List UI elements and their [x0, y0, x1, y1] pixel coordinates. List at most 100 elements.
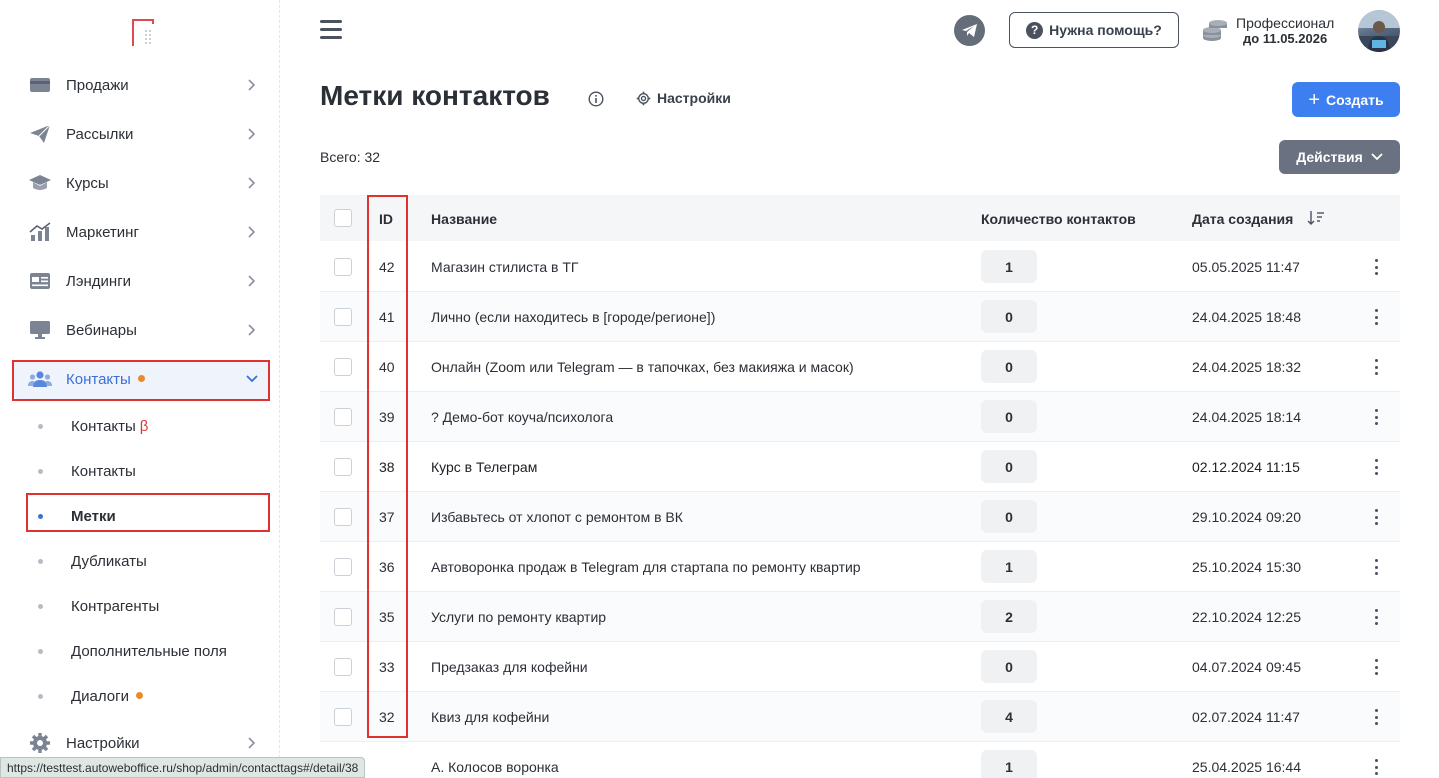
cell-name[interactable]: Магазин стилиста в ТГ [431, 259, 579, 275]
submenu-item-dialogs[interactable]: Диалоги [36, 682, 266, 710]
table-row[interactable]: 37 Избавьтесь от хлопот с ремонтом в ВК 0 2… [320, 492, 1400, 542]
sidebar-item-settings[interactable]: Настройки [28, 726, 260, 760]
contact-count-badge[interactable]: 0 [981, 500, 1037, 533]
row-menu-icon[interactable] [1370, 509, 1382, 525]
submenu-item-contacts[interactable]: Контакты [36, 457, 266, 485]
row-menu-icon[interactable] [1370, 759, 1382, 775]
row-menu-icon[interactable] [1370, 459, 1382, 475]
sidebar-item-landings[interactable]: Лэндинги [28, 264, 260, 298]
chevron-right-icon [244, 224, 260, 240]
row-checkbox[interactable] [334, 408, 352, 426]
row-menu-icon[interactable] [1370, 609, 1382, 625]
bullet-dot [38, 693, 43, 699]
table-row[interactable]: 38 Курс в Телеграм 0 02.12.2024 11:15 [320, 442, 1400, 492]
cell-name[interactable]: Курс в Телеграм [431, 459, 537, 475]
avatar[interactable] [1358, 10, 1400, 52]
cell-name[interactable]: Онлайн (Zoom или Telegram — в тапочках, … [431, 359, 854, 375]
cell-name[interactable]: Квиз для кофейни [431, 709, 549, 725]
cell-name[interactable]: Предзаказ для кофейни [431, 659, 588, 675]
contact-count-badge[interactable]: 0 [981, 450, 1037, 483]
cell-date: 05.05.2025 11:47 [1192, 259, 1300, 275]
submenu-item-custom-fields[interactable]: Дополнительные поля [36, 637, 266, 665]
row-checkbox[interactable] [334, 258, 352, 276]
cell-date: 24.04.2025 18:14 [1192, 409, 1301, 425]
settings-link[interactable]: Настройки [636, 90, 731, 106]
contact-count-badge[interactable]: 0 [981, 400, 1037, 433]
contact-count-badge[interactable]: 1 [981, 250, 1037, 283]
table-row[interactable]: 33 Предзаказ для кофейни 0 04.07.2024 09:45 [320, 642, 1400, 692]
cell-name[interactable]: Лично (если находитесь в [городе/регионе… [431, 309, 715, 325]
column-header-count[interactable]: Количество контактов [981, 211, 1136, 227]
actions-dropdown[interactable]: Действия [1279, 140, 1400, 174]
bullet-dot [38, 648, 43, 654]
column-header-name[interactable]: Название [431, 211, 497, 227]
row-menu-icon[interactable] [1370, 709, 1382, 725]
table-row[interactable]: 32 Квиз для кофейни 4 02.07.2024 11:47 [320, 692, 1400, 742]
telegram-button[interactable] [954, 15, 985, 46]
cell-name[interactable]: Автоворонка продаж в Telegram для старта… [431, 559, 861, 575]
row-checkbox[interactable] [334, 608, 352, 626]
contact-count-badge[interactable]: 2 [981, 600, 1037, 633]
table-row[interactable]: 41 Лично (если находитесь в [городе/регио… [320, 292, 1400, 342]
chevron-right-icon [244, 77, 260, 93]
create-button-label: Создать [1326, 91, 1384, 108]
info-icon[interactable] [588, 91, 604, 107]
select-all-checkbox[interactable] [334, 209, 352, 227]
submenu-item-counterparties[interactable]: Контрагенты [36, 592, 266, 620]
submenu-label: Диалоги [71, 687, 129, 705]
cell-date: 02.12.2024 11:15 [1192, 459, 1300, 475]
cell-date: 25.10.2024 15:30 [1192, 559, 1301, 575]
chevron-right-icon [244, 273, 260, 289]
row-menu-icon[interactable] [1370, 359, 1382, 375]
table-row[interactable]: 35 Услуги по ремонту квартир 2 22.10.2024 1… [320, 592, 1400, 642]
coins-icon [1203, 20, 1227, 41]
sidebar-item-webinars[interactable]: Вебинары [28, 313, 260, 347]
submenu-item-duplicates[interactable]: Дубликаты [36, 547, 266, 575]
table-row[interactable]: 39? Демо-бот коуча/психолога 0 24.04.2025 … [320, 392, 1400, 442]
sidebar-item-label: Настройки [66, 734, 140, 752]
column-header-date[interactable]: Дата создания [1192, 211, 1293, 227]
row-checkbox[interactable] [334, 708, 352, 726]
row-checkbox[interactable] [334, 358, 352, 376]
contact-count-badge[interactable]: 1 [981, 750, 1037, 778]
create-button[interactable]: + Создать [1292, 82, 1400, 117]
table-row[interactable]: 36 Автоворонка продаж в Telegram для стар… [320, 542, 1400, 592]
logo[interactable] [131, 18, 155, 48]
contact-count-badge[interactable]: 1 [981, 550, 1037, 583]
menu-toggle-button[interactable] [320, 20, 342, 40]
contact-count-badge[interactable]: 0 [981, 650, 1037, 683]
contact-count-badge[interactable]: 0 [981, 350, 1037, 383]
row-checkbox[interactable] [334, 558, 352, 576]
row-checkbox[interactable] [334, 508, 352, 526]
cell-date: 24.04.2025 18:48 [1192, 309, 1301, 325]
plan-info[interactable]: Профессионал до 11.05.2026 [1202, 16, 1334, 46]
sidebar-item-courses[interactable]: Курсы [28, 166, 260, 200]
help-button[interactable]: ? Нужна помощь? [1009, 12, 1179, 48]
row-menu-icon[interactable] [1370, 409, 1382, 425]
row-menu-icon[interactable] [1370, 259, 1382, 275]
table-row[interactable]: 40 Онлайн (Zoom или Telegram — в тапочках… [320, 342, 1400, 392]
sidebar-item-sales[interactable]: Продажи [28, 68, 260, 102]
annotation-box [367, 195, 408, 738]
sidebar-item-marketing[interactable]: Маркетинг [28, 215, 260, 249]
row-checkbox[interactable] [334, 308, 352, 326]
row-menu-icon[interactable] [1370, 309, 1382, 325]
sidebar-item-mailings[interactable]: Рассылки [28, 117, 260, 151]
row-checkbox[interactable] [334, 458, 352, 476]
cell-name[interactable]: ? Демо-бот коуча/психолога [431, 409, 613, 425]
contact-count-badge[interactable]: 0 [981, 300, 1037, 333]
monitor-icon [28, 318, 52, 342]
cell-date: 22.10.2024 12:25 [1192, 609, 1301, 625]
row-menu-icon[interactable] [1370, 659, 1382, 675]
status-bar-url: https://testtest.autoweboffice.ru/shop/a… [0, 757, 366, 778]
cell-name[interactable]: Избавьтесь от хлопот с ремонтом в ВК [431, 509, 683, 525]
sort-icon[interactable] [1307, 210, 1325, 226]
submenu-item-contacts-beta[interactable]: Контакты β [36, 412, 266, 440]
table-row[interactable]: 42 Магазин стилиста в ТГ 1 05.05.2025 11:47 [320, 242, 1400, 292]
cell-name[interactable]: Услуги по ремонту квартир [431, 609, 606, 625]
row-checkbox[interactable] [334, 658, 352, 676]
contact-count-badge[interactable]: 4 [981, 700, 1037, 733]
row-menu-icon[interactable] [1370, 559, 1382, 575]
table-row[interactable]: А. Колосов воронка 1 25.04.2025 16:44 [320, 742, 1400, 778]
cell-name[interactable]: А. Колосов воронка [431, 759, 559, 775]
